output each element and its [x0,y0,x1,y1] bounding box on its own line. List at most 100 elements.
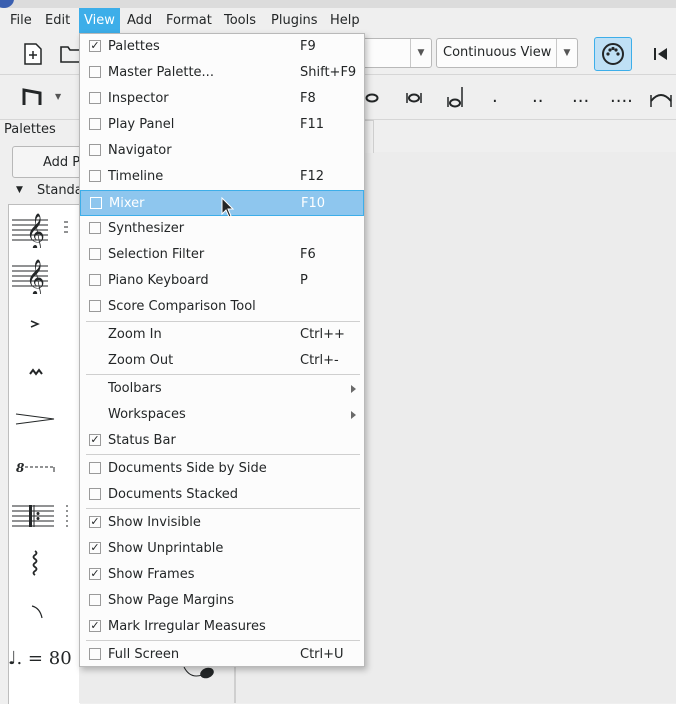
view-mode-select[interactable]: Continuous View ▼ [436,38,578,68]
checkbox-unchecked[interactable] [89,144,101,156]
quadruple-dot-icon[interactable]: .... [610,86,633,107]
treble-clef-icon[interactable]: 𝄞 [8,206,68,250]
double-dot-icon[interactable]: .. [532,86,543,107]
whole-note-icon[interactable] [362,88,382,108]
augmentation-dot-icon[interactable]: . [492,86,498,107]
start-repeat-icon[interactable] [8,500,68,530]
midi-input-toggle[interactable] [594,37,632,71]
menu-item-label: Master Palette... [108,65,214,80]
menu-item-shortcut: F6 [300,247,316,262]
checkbox-unchecked[interactable] [89,648,101,660]
menu-item-mark-irregular[interactable]: ✓ Mark Irregular Measures [80,614,364,640]
menu-item-shortcut: Ctrl+U [300,647,344,662]
menu-item-show-invisible[interactable]: ✓ Show Invisible [80,510,364,536]
menu-item-status-bar[interactable]: ✓ Status Bar [80,428,364,454]
checkbox-checked[interactable]: ✓ [89,542,101,554]
new-score-icon[interactable] [20,41,46,67]
menu-edit[interactable]: Edit [40,8,75,34]
menu-separator [86,374,360,375]
longa-icon[interactable] [444,84,468,110]
menu-format[interactable]: Format [161,8,217,34]
checkbox-unchecked[interactable] [89,92,101,104]
diminuendo-hairpin-icon[interactable] [8,406,68,432]
mordent-icon[interactable] [8,358,68,384]
menu-item-label: Toolbars [108,381,162,396]
treble-clef-8va-icon[interactable]: 𝄞 [8,252,68,296]
checkbox-unchecked[interactable] [89,300,101,312]
tempo-marking[interactable]: ♩. = 80 [8,648,72,669]
palette-section-standard[interactable]: ▼ Standa [0,182,83,202]
menu-item-show-unprintable[interactable]: ✓ Show Unprintable [80,536,364,562]
menu-item-label: Mixer [109,196,145,211]
menu-item-selection-filter[interactable]: Selection Filter F6 [80,242,364,268]
menu-item-full-screen[interactable]: Full Screen Ctrl+U [80,642,364,668]
chevron-down-icon: ▼ [556,39,577,67]
menu-item-show-frames[interactable]: ✓ Show Frames [80,562,364,588]
chevron-down-icon[interactable]: ▼ [55,92,61,101]
menu-item-label: Piano Keyboard [108,273,209,288]
menu-item-label: Full Screen [108,647,180,662]
checkbox-unchecked[interactable] [90,197,102,209]
rewind-icon[interactable] [648,41,674,67]
checkbox-unchecked[interactable] [89,118,101,130]
menu-item-zoom-out[interactable]: Zoom Out Ctrl+- [80,348,364,374]
submenu-arrow-icon [351,385,356,393]
menu-item-label: Documents Side by Side [108,461,267,476]
submenu-arrow-icon [351,411,356,419]
menu-item-piano-keyboard[interactable]: Piano Keyboard P [80,268,364,294]
checkbox-checked[interactable]: ✓ [89,516,101,528]
midi-icon [602,43,624,65]
menu-item-zoom-in[interactable]: Zoom In Ctrl++ [80,322,364,348]
menu-item-toolbars[interactable]: Toolbars [80,376,364,402]
arpeggio-icon[interactable] [8,548,68,578]
checkbox-checked[interactable]: ✓ [89,568,101,580]
tie-icon[interactable] [646,84,676,110]
menu-item-inspector[interactable]: Inspector F8 [80,86,364,112]
svg-text:𝄞: 𝄞 [26,212,45,248]
menu-item-label: Timeline [108,169,164,184]
menu-item-navigator[interactable]: Navigator [80,138,364,164]
eighth-note-icon[interactable] [182,665,218,687]
menu-item-label: Synthesizer [108,221,185,236]
checkbox-unchecked[interactable] [89,170,101,182]
checkbox-checked[interactable]: ✓ [89,434,101,446]
checkbox-unchecked[interactable] [89,594,101,606]
checkbox-unchecked[interactable] [89,222,101,234]
menu-tools[interactable]: Tools [219,8,261,34]
palette-panel-title: Palettes [4,122,56,137]
view-mode-value: Continuous View [443,45,552,60]
breve-icon[interactable] [404,88,424,108]
menu-item-label: Documents Stacked [108,487,239,502]
menu-help[interactable]: Help [325,8,365,34]
checkbox-unchecked[interactable] [89,274,101,286]
mouse-cursor-icon [221,196,235,223]
checkbox-unchecked[interactable] [89,462,101,474]
menu-view[interactable]: View [79,8,120,34]
menu-item-label: Navigator [108,143,172,158]
ottava-line-icon[interactable]: 88 [8,454,68,480]
triple-dot-icon[interactable]: ... [572,86,589,107]
accent-icon[interactable] [8,310,68,336]
menu-item-side-by-side[interactable]: Documents Side by Side [80,456,364,482]
checkbox-unchecked[interactable] [89,66,101,78]
menu-plugins[interactable]: Plugins [266,8,323,34]
checkbox-checked[interactable]: ✓ [89,40,101,52]
menu-item-stacked[interactable]: Documents Stacked [80,482,364,508]
menu-add[interactable]: Add [122,8,157,34]
menu-item-show-page-margins[interactable]: Show Page Margins [80,588,364,614]
menu-item-timeline[interactable]: Timeline F12 [80,164,364,190]
menu-item-score-comparison[interactable]: Score Comparison Tool [80,294,364,320]
menu-item-play-panel[interactable]: Play Panel F11 [80,112,364,138]
checkbox-unchecked[interactable] [89,488,101,500]
checkbox-checked[interactable]: ✓ [89,620,101,632]
menu-separator [86,508,360,509]
note-input-icon[interactable] [19,84,45,110]
menu-item-master-palette[interactable]: Master Palette... Shift+F9 [80,60,364,86]
checkbox-unchecked[interactable] [89,248,101,260]
menu-file[interactable]: File [5,8,37,34]
menu-item-shortcut: F11 [300,117,325,132]
menu-item-workspaces[interactable]: Workspaces [80,402,364,428]
menu-item-palettes[interactable]: ✓ Palettes F9 [80,34,364,60]
glissando-icon[interactable] [8,598,68,624]
menu-item-shortcut: Ctrl+- [300,353,339,368]
